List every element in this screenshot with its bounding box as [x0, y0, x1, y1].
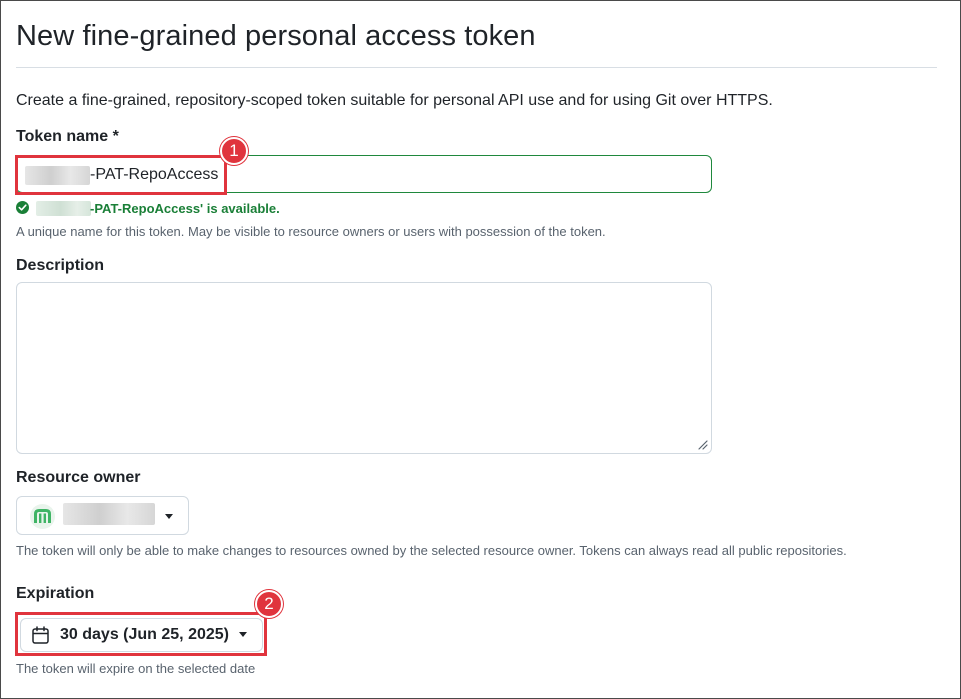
redacted-owner-name [63, 503, 155, 525]
page-title: New fine-grained personal access token [16, 20, 536, 52]
expiration-label: Expiration [16, 585, 95, 602]
token-name-hint: A unique name for this token. May be vis… [16, 224, 606, 239]
redacted-availability-prefix [36, 201, 91, 216]
page-intro: Create a fine-grained, repository-scoped… [16, 92, 773, 109]
callout-badge-1: 1 [220, 137, 248, 165]
title-divider [16, 67, 937, 68]
resource-owner-hint: The token will only be able to make chan… [16, 543, 847, 558]
callout-highlight-expiration [15, 612, 267, 656]
check-circle-icon [16, 201, 29, 214]
expiration-hint: The token will expire on the selected da… [16, 661, 256, 676]
owner-avatar-icon [30, 504, 55, 529]
description-label: Description [16, 257, 105, 274]
callout-badge-2: 2 [255, 590, 283, 618]
callout-highlight-token-name [15, 155, 227, 195]
token-name-label: Token name * [16, 128, 119, 145]
token-name-availability: -PAT-RepoAccess' is available. [90, 201, 280, 216]
chevron-down-icon [165, 514, 173, 519]
description-textarea[interactable] [16, 282, 712, 454]
resize-handle-icon[interactable] [698, 440, 708, 450]
resource-owner-label: Resource owner [16, 469, 141, 486]
